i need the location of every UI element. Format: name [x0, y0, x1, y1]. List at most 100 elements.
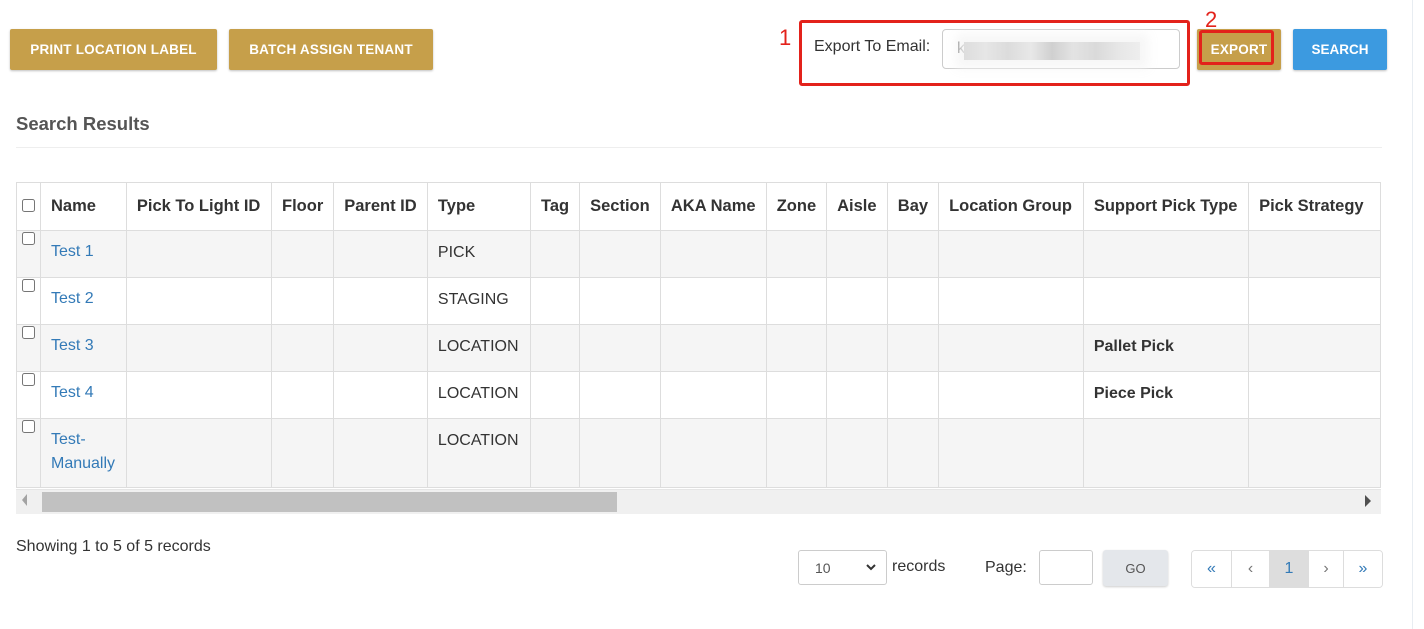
next-page-button[interactable]: ›	[1309, 551, 1344, 587]
cell	[765, 230, 828, 278]
cell	[938, 371, 1084, 419]
column-header-section[interactable]: Section	[579, 182, 661, 231]
results-table: Name Pick To Light ID Floor Parent ID Ty…	[16, 182, 1381, 488]
last-page-button[interactable]: »	[1344, 551, 1382, 587]
annotation-highlight-box-2	[1199, 30, 1274, 65]
column-header-support-pick-type[interactable]: Support Pick Type	[1082, 182, 1250, 231]
support-pick-type-cell: Piece Pick	[1082, 371, 1250, 419]
cell	[333, 371, 428, 419]
cell	[1248, 324, 1381, 372]
cell	[886, 230, 940, 278]
cell	[826, 277, 888, 325]
cell	[886, 418, 940, 488]
scroll-left-arrow-icon[interactable]	[22, 494, 27, 506]
results-table-container: Name Pick To Light ID Floor Parent ID Ty…	[16, 182, 1381, 513]
column-header-aisle[interactable]: Aisle	[826, 182, 888, 231]
table-row: Test 3 LOCATION Pallet Pick	[16, 324, 1381, 372]
row-select-cell	[16, 230, 41, 278]
row-checkbox[interactable]	[22, 232, 35, 245]
first-page-button[interactable]: «	[1192, 551, 1232, 587]
cell	[529, 277, 581, 325]
row-checkbox[interactable]	[22, 373, 35, 386]
page-1-button[interactable]: 1	[1270, 551, 1309, 587]
type-cell: LOCATION	[426, 418, 532, 488]
column-header-tag[interactable]: Tag	[529, 182, 581, 231]
cell	[659, 230, 767, 278]
cell	[333, 418, 428, 488]
location-name-link[interactable]: Test 2	[51, 287, 116, 311]
cell	[886, 324, 940, 372]
records-summary: Showing 1 to 5 of 5 records	[16, 538, 211, 555]
row-checkbox[interactable]	[22, 326, 35, 339]
cell	[938, 418, 1084, 488]
cell	[579, 277, 661, 325]
cell	[125, 418, 273, 488]
row-checkbox[interactable]	[22, 279, 35, 292]
batch-assign-tenant-button[interactable]: BATCH ASSIGN TENANT	[229, 29, 433, 70]
cell	[826, 418, 888, 488]
cell	[333, 324, 428, 372]
column-header-zone[interactable]: Zone	[765, 182, 828, 231]
location-name-link[interactable]: Test 3	[51, 334, 116, 358]
cell	[659, 277, 767, 325]
cell	[659, 418, 767, 488]
column-header-name[interactable]: Name	[40, 182, 127, 231]
cell	[579, 418, 661, 488]
name-cell: Test-Manually	[40, 418, 127, 488]
row-select-cell	[16, 277, 41, 325]
cell	[659, 371, 767, 419]
cell	[938, 277, 1084, 325]
search-results-title: Search Results	[16, 113, 150, 134]
column-header-pick-to-light-id[interactable]: Pick To Light ID	[125, 182, 273, 231]
page-size-value: 10	[815, 559, 831, 576]
cell	[125, 230, 273, 278]
column-header-bay[interactable]: Bay	[886, 182, 940, 231]
table-header-row: Name Pick To Light ID Floor Parent ID Ty…	[16, 182, 1381, 231]
select-all-checkbox[interactable]	[22, 199, 35, 212]
cell	[125, 277, 273, 325]
column-header-pick-strategy[interactable]: Pick Strategy	[1248, 182, 1381, 231]
column-header-floor[interactable]: Floor	[270, 182, 335, 231]
cell	[270, 324, 335, 372]
cell	[529, 324, 581, 372]
cell	[826, 324, 888, 372]
cell	[765, 418, 828, 488]
annotation-highlight-box-1	[799, 20, 1190, 86]
type-cell: LOCATION	[426, 371, 532, 419]
cell	[1248, 277, 1381, 325]
cell	[529, 418, 581, 488]
location-name-link[interactable]: Test 1	[51, 240, 116, 264]
go-button[interactable]: GO	[1103, 550, 1168, 586]
name-cell: Test 1	[40, 230, 127, 278]
cell	[270, 230, 335, 278]
cell	[270, 277, 335, 325]
page-size-select[interactable]: 10	[798, 550, 887, 585]
search-button[interactable]: SEARCH	[1293, 29, 1387, 70]
page-edge	[1412, 0, 1413, 629]
scroll-right-arrow-icon[interactable]	[1365, 495, 1371, 507]
cell	[765, 277, 828, 325]
location-name-link[interactable]: Test 4	[51, 381, 116, 405]
cell	[938, 230, 1084, 278]
cell	[270, 418, 335, 488]
scrollbar-thumb[interactable]	[42, 492, 617, 512]
previous-page-button[interactable]: ‹	[1232, 551, 1270, 587]
print-location-label-button[interactable]: PRINT LOCATION LABEL	[10, 29, 217, 70]
column-header-aka-name[interactable]: AKA Name	[659, 182, 767, 231]
column-header-parent-id[interactable]: Parent ID	[333, 182, 428, 231]
type-cell: STAGING	[426, 277, 532, 325]
page-number-input[interactable]	[1039, 550, 1093, 585]
location-name-link[interactable]: Test-Manually	[51, 428, 116, 476]
row-checkbox[interactable]	[22, 420, 35, 433]
type-cell: LOCATION	[426, 324, 532, 372]
support-pick-type-cell	[1082, 418, 1250, 488]
column-header-location-group[interactable]: Location Group	[938, 182, 1084, 231]
cell	[125, 324, 273, 372]
column-header-type[interactable]: Type	[426, 182, 532, 231]
cell	[765, 324, 828, 372]
table-row: Test 1 PICK	[16, 230, 1381, 278]
page-label: Page:	[985, 559, 1027, 576]
annotation-number-2: 2	[1205, 7, 1218, 32]
divider	[16, 147, 1382, 148]
horizontal-scrollbar[interactable]	[16, 489, 1381, 514]
